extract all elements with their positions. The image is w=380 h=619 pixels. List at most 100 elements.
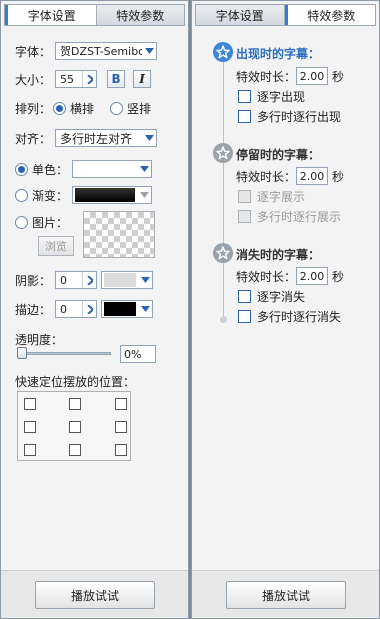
vanish-duration-input[interactable]: 2.00 [296,267,329,285]
stay-char-label: 逐字展示 [257,190,306,204]
position-label: 快速定位摆放的位置： [15,375,136,389]
size-stepper[interactable]: 55 [55,70,98,88]
gradient-row: 渐变： [15,186,153,204]
browse-button[interactable]: 浏览 [38,236,74,256]
opacity-slider-thumb[interactable] [17,347,27,359]
vanish-char-checkbox[interactable] [238,290,251,303]
appear-opt1-row: 逐字出现 [238,88,305,105]
vanish-duration-label: 特效时长： [236,269,297,284]
position-middle-right-checkbox[interactable] [115,421,127,433]
position-center-checkbox[interactable] [69,421,81,433]
stay-opt2-row: 多行时逐行展示 [238,208,341,225]
chevron-down-icon [142,130,156,146]
star-icon [213,143,233,163]
solid-color-picker[interactable] [72,160,153,178]
size-label: 大小： [15,72,52,87]
image-row: 图片： [15,214,68,231]
stay-duration-label: 特效时长： [236,169,297,184]
vanish-opt2-row: 多行时逐行消失 [238,308,341,325]
font-select[interactable]: 贺DZST-Semibold [55,42,158,60]
image-preview [83,211,155,258]
position-top-center-checkbox[interactable] [69,398,81,410]
appear-char-label: 逐字出现 [257,90,306,104]
vanish-opt1-row: 逐字消失 [238,288,305,305]
position-bottom-right-checkbox[interactable] [115,444,127,456]
chevron-down-icon [137,187,151,203]
chevron-right-icon[interactable] [82,301,96,317]
appear-duration-input[interactable]: 2.00 [296,67,329,85]
image-radio[interactable] [15,216,28,229]
gradient-fill [75,188,136,202]
image-label: 图片： [32,216,69,230]
gradient-picker[interactable] [72,186,153,204]
font-row: 字体： 贺DZST-Semibold [15,42,158,60]
solid-color-radio[interactable] [15,162,28,176]
opacity-row: 透明度： [15,331,63,348]
tab-font-settings[interactable]: 字体设置 [5,5,97,25]
solid-color-fill [75,162,136,176]
shadow-stepper[interactable]: 0 [55,271,98,289]
stroke-stepper[interactable]: 0 [55,300,98,318]
appear-char-checkbox[interactable] [238,90,251,103]
arrange-label: 排列： [15,102,52,116]
chevron-right-icon[interactable] [82,272,96,288]
position-grid [17,391,131,461]
stay-char-checkbox[interactable] [238,190,251,203]
chevron-down-icon [138,301,152,317]
vertical-radio[interactable] [110,102,124,115]
tab-effect-params[interactable]: 特效参数 [284,5,375,25]
vanish-title: 消失时的字幕： [236,248,321,262]
appear-title: 出现时的字幕： [236,47,321,61]
position-bottom-left-checkbox[interactable] [24,444,36,456]
vanish-line-checkbox[interactable] [238,310,251,323]
stroke-color-picker[interactable] [101,300,154,318]
left-footer: 播放试试 [1,570,188,618]
vanish-unit: 秒 [332,269,345,284]
stay-duration-input[interactable]: 2.00 [296,167,329,185]
left-tab-bar: 字体设置 特效参数 [4,4,185,26]
vanish-char-label: 逐字消失 [257,290,306,304]
star-icon [213,243,233,263]
size-row: 大小： 55 B I [15,70,152,88]
chevron-down-icon [138,272,152,288]
opacity-slider-track[interactable] [19,352,111,355]
align-select[interactable]: 多行时左对齐 [55,129,158,147]
align-label: 对齐： [15,131,52,146]
stroke-value: 0 [60,302,68,316]
timeline-line [223,51,224,321]
chevron-right-icon[interactable] [82,71,96,87]
position-top-right-checkbox[interactable] [115,398,127,410]
opacity-label: 透明度： [15,333,64,347]
shadow-color-picker[interactable] [101,271,154,289]
effect-params-panel: 字体设置 特效参数 出现时的字幕： 特效时长： 2.00 秒 逐字出现 多行时逐… [191,0,380,619]
vertical-label: 竖排 [127,102,152,116]
font-label: 字体： [15,44,52,59]
italic-button[interactable]: I [133,70,152,88]
position-middle-left-checkbox[interactable] [24,421,36,433]
tab-effect-params[interactable]: 特效参数 [96,5,184,25]
font-settings-panel: 字体设置 特效参数 字体： 贺DZST-Semibold 大小： 55 B I … [0,0,189,619]
bold-button[interactable]: B [107,70,126,88]
position-bottom-center-checkbox[interactable] [69,444,81,456]
gradient-label: 渐变： [32,188,69,203]
tab-font-settings[interactable]: 字体设置 [196,5,285,25]
shadow-label: 阴影： [15,273,52,288]
star-icon [213,42,233,62]
horizontal-label: 横排 [70,102,95,116]
arrange-row: 排列： 横排 竖排 [15,100,151,117]
right-footer: 播放试试 [192,570,379,618]
opacity-value-field[interactable]: 0% [120,345,156,363]
appear-line-checkbox[interactable] [238,110,251,123]
stay-line-checkbox[interactable] [238,210,251,223]
position-row: 快速定位摆放的位置： [15,373,135,390]
horizontal-radio[interactable] [53,102,67,115]
appear-duration-label: 特效时长： [236,69,297,84]
appear-duration-row: 特效时长： 2.00 秒 [236,67,344,85]
position-top-left-checkbox[interactable] [24,398,36,410]
play-button[interactable]: 播放试试 [226,581,346,609]
play-button[interactable]: 播放试试 [35,581,155,609]
font-value: 贺DZST-Semibold [60,45,142,58]
solid-color-label: 单色： [32,162,69,177]
gradient-radio[interactable] [15,188,28,202]
right-tab-bar: 字体设置 特效参数 [195,4,376,26]
